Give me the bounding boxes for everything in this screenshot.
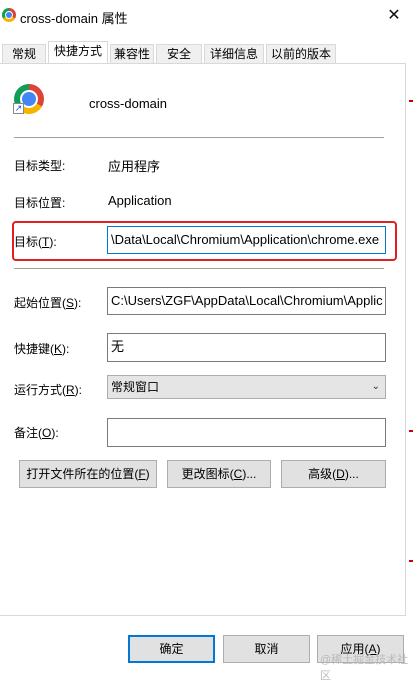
tab-previous-versions[interactable]: 以前的版本 <box>266 44 336 63</box>
title-bar: cross-domain 属性 ✕ <box>0 0 413 34</box>
tab-strip: 常规 快捷方式 兼容性 安全 详细信息 以前的版本 <box>0 41 413 63</box>
start-in-input[interactable]: C:\Users\ZGF\AppData\Local\Chromium\Appl… <box>107 287 386 315</box>
advanced-button[interactable]: 高级(D)... <box>281 460 386 488</box>
background-edge-mark <box>409 100 413 102</box>
tab-general[interactable]: 常规 <box>2 44 46 63</box>
shortcut-arrow-icon: ↗ <box>13 103 24 114</box>
start-in-label: 起始位置(S): <box>14 296 82 310</box>
chromium-icon <box>2 8 16 22</box>
ok-button[interactable]: 确定 <box>128 635 215 663</box>
target-label: 目标(T): <box>14 235 57 249</box>
tab-security[interactable]: 安全 <box>156 44 202 63</box>
background-edge-mark <box>409 430 413 432</box>
target-type-label: 目标类型: <box>14 159 66 173</box>
divider <box>14 268 384 269</box>
watermark: @稀土掘金技术社区 <box>320 654 409 682</box>
hotkey-label: 快捷键(K): <box>14 342 70 356</box>
tab-details[interactable]: 详细信息 <box>204 44 264 63</box>
comment-label: 备注(O): <box>14 426 59 440</box>
tab-compatibility[interactable]: 兼容性 <box>110 44 154 63</box>
run-label: 运行方式(R): <box>14 383 83 397</box>
divider <box>14 137 384 138</box>
target-location-value: Application <box>108 193 172 208</box>
target-location-label: 目标位置: <box>14 196 66 210</box>
change-icon-button[interactable]: 更改图标(C)... <box>167 460 271 488</box>
target-input[interactable]: \Data\Local\Chromium\Application\chrome.… <box>107 226 386 254</box>
close-icon[interactable]: ✕ <box>380 3 408 29</box>
comment-input[interactable] <box>107 418 386 447</box>
run-select-value: 常规窗口 <box>111 380 160 394</box>
open-file-location-button[interactable]: 打开文件所在的位置(F) <box>19 460 157 488</box>
shortcut-name: cross-domain <box>89 96 168 111</box>
run-select[interactable]: 常规窗口 ⌄ <box>107 375 386 399</box>
tab-shortcut[interactable]: 快捷方式 <box>48 41 108 63</box>
chevron-down-icon: ⌄ <box>371 381 380 392</box>
window-title: cross-domain 属性 <box>20 11 128 26</box>
target-type-value: 应用程序 <box>108 159 161 174</box>
background-edge-mark <box>409 560 413 562</box>
cancel-button[interactable]: 取消 <box>223 635 310 663</box>
hotkey-input[interactable]: 无 <box>107 333 386 362</box>
